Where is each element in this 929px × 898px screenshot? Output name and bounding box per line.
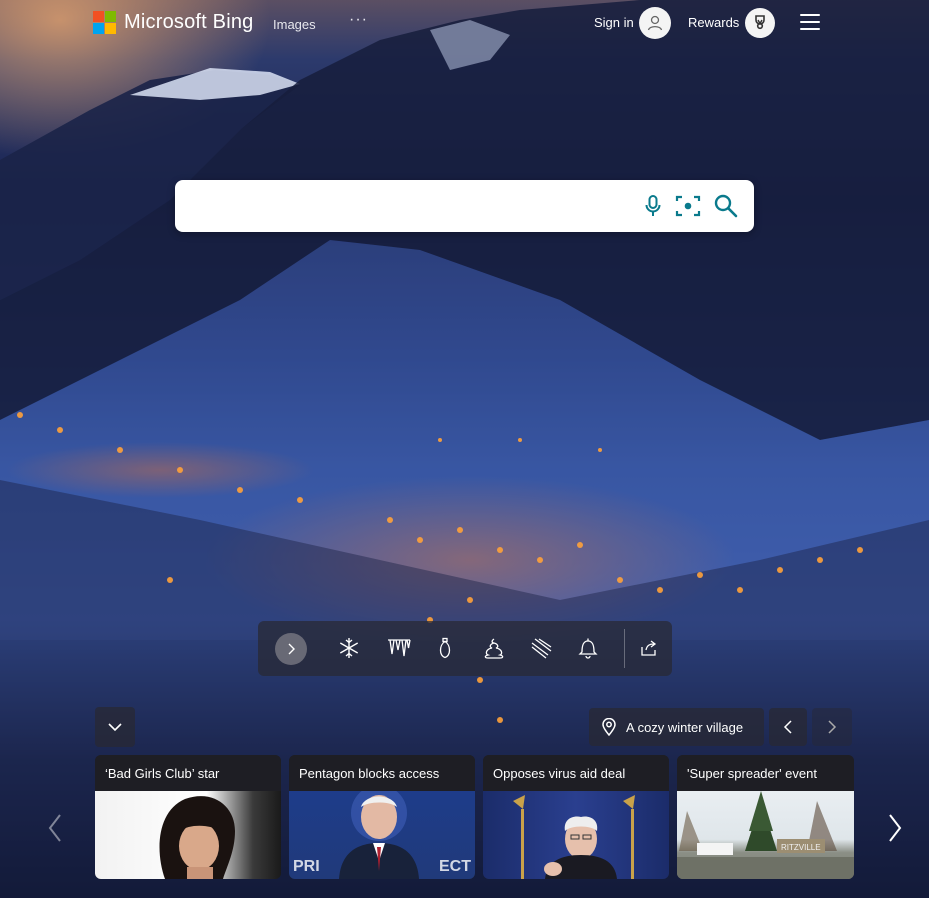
rewards-trophy-icon[interactable] xyxy=(745,8,775,38)
news-card-title: 'Super spreader' event xyxy=(677,755,854,791)
nav-images-link[interactable]: Images xyxy=(273,17,316,32)
search-input[interactable] xyxy=(191,190,635,224)
ornament-icon[interactable] xyxy=(430,633,460,663)
news-card-image: PRI ECT xyxy=(289,785,475,879)
image-quiz-toolbar xyxy=(258,621,672,676)
brand-name: Microsoft Bing xyxy=(124,11,254,33)
microsoft-logo-icon xyxy=(93,11,116,34)
news-card-image xyxy=(95,791,281,879)
visual-search-icon[interactable] xyxy=(675,193,701,219)
chevron-left-icon xyxy=(48,814,61,842)
search-box xyxy=(175,180,754,232)
news-card[interactable]: 'Super spreader' event RITZVILLE xyxy=(677,755,854,879)
icicles-icon[interactable] xyxy=(384,633,414,663)
news-card-title: ‘Bad Girls Club’ star xyxy=(95,755,281,791)
menu-hamburger-icon[interactable] xyxy=(800,14,820,30)
microphone-icon[interactable] xyxy=(640,193,666,219)
news-card[interactable]: ‘Bad Girls Club’ star xyxy=(95,755,281,879)
nav-more-button[interactable]: ··· xyxy=(349,11,368,29)
image-location-label: A cozy winter village xyxy=(626,719,744,735)
share-icon[interactable] xyxy=(634,633,664,663)
news-card[interactable]: Opposes virus aid deal xyxy=(483,755,669,879)
snowflake-icon[interactable] xyxy=(334,633,364,663)
news-next-button[interactable] xyxy=(880,810,910,846)
image-location-button[interactable]: A cozy winter village xyxy=(589,708,764,746)
avatar-icon[interactable] xyxy=(639,7,671,39)
slope-icon[interactable] xyxy=(526,633,556,663)
pile-icon[interactable] xyxy=(479,633,509,663)
news-card-title: Pentagon blocks access xyxy=(289,755,475,791)
svg-text:RITZVILLE: RITZVILLE xyxy=(781,843,821,852)
collapse-news-button[interactable] xyxy=(95,707,135,747)
search-icon[interactable] xyxy=(713,193,739,219)
chevron-right-icon xyxy=(889,814,902,842)
location-pin-icon xyxy=(602,718,616,736)
chevron-left-icon xyxy=(783,720,792,734)
bing-logo[interactable]: Microsoft Bing xyxy=(93,11,254,34)
svg-text:ECT: ECT xyxy=(439,858,471,875)
news-prev-button[interactable] xyxy=(40,810,70,846)
chevron-right-icon xyxy=(828,720,837,734)
news-card-title: Opposes virus aid deal xyxy=(483,755,669,791)
next-image-button[interactable] xyxy=(812,708,852,746)
rewards-link[interactable]: Rewards xyxy=(688,15,739,30)
bell-icon[interactable] xyxy=(573,633,603,663)
news-card-image: RITZVILLE xyxy=(677,791,854,879)
toolbar-divider xyxy=(624,629,625,668)
news-card[interactable]: Pentagon blocks access PRI ECT xyxy=(289,755,475,879)
sign-in-link[interactable]: Sign in xyxy=(594,15,634,30)
news-card-image xyxy=(483,791,669,879)
chevron-down-icon xyxy=(108,723,122,732)
svg-text:PRI: PRI xyxy=(293,858,320,875)
previous-image-button[interactable] xyxy=(769,708,807,746)
chevron-right-icon[interactable] xyxy=(275,633,307,665)
